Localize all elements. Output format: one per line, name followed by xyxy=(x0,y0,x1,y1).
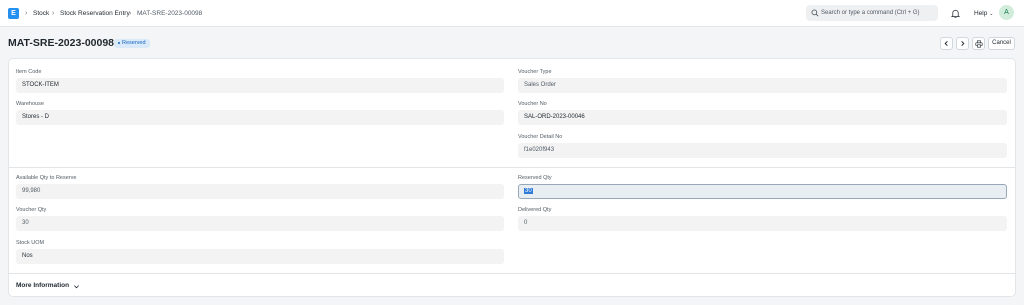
available-qty-label: Available Qty to Reserve xyxy=(16,175,77,181)
help-label: Help xyxy=(974,10,988,17)
item-code-field[interactable]: STOCK-ITEM xyxy=(16,78,504,93)
stock-uom-field[interactable]: Nos xyxy=(16,249,504,264)
breadcrumb-chevron-icon: › xyxy=(25,10,28,17)
navbar: E › Stock › Stock Reservation Entry › MA… xyxy=(0,0,1024,27)
section-divider xyxy=(8,273,1016,274)
search-bar[interactable]: Search or type a command (Ctrl + G) xyxy=(806,5,938,21)
breadcrumb-chevron-icon: › xyxy=(52,10,55,17)
reserved-qty-input[interactable]: 30 xyxy=(518,184,1007,199)
page-title: MAT-SRE-2023-00098 xyxy=(8,37,115,49)
cancel-button[interactable]: Cancel xyxy=(988,37,1015,50)
more-information-section-toggle[interactable]: More Information xyxy=(16,282,69,290)
voucher-qty-label: Voucher Qty xyxy=(16,207,47,213)
voucher-qty-field[interactable]: 30 xyxy=(16,216,504,231)
voucher-type-label: Voucher Type xyxy=(518,69,552,75)
voucher-detail-no-field[interactable]: f1e020f943 xyxy=(518,143,1007,158)
warehouse-label: Warehouse xyxy=(16,101,44,107)
reserved-qty-label: Reserved Qty xyxy=(518,175,552,181)
breadcrumb-stock-reservation-entry[interactable]: Stock Reservation Entry xyxy=(60,9,130,18)
search-input[interactable]: Search or type a command (Ctrl + G) xyxy=(821,9,920,17)
avatar[interactable]: A xyxy=(999,5,1014,20)
item-code-label: Item Code xyxy=(16,69,42,75)
chevron-right-icon xyxy=(961,40,965,47)
warehouse-field[interactable]: Stores - D xyxy=(16,110,504,125)
section-divider xyxy=(8,167,1016,168)
available-qty-field[interactable]: 99,980 xyxy=(16,184,504,199)
status-dot-icon xyxy=(118,41,120,44)
chevron-down-icon[interactable] xyxy=(73,283,80,290)
printer-icon xyxy=(974,40,983,48)
voucher-detail-no-label: Voucher Detail No xyxy=(518,134,563,140)
app-logo[interactable]: E xyxy=(8,8,19,19)
stock-uom-label: Stock UOM xyxy=(16,240,45,246)
status-badge: Reserved xyxy=(114,39,150,48)
previous-document-button[interactable] xyxy=(940,37,953,50)
delivered-qty-label: Delivered Qty xyxy=(518,207,552,213)
breadcrumb-current: MAT-SRE-2023-00098 xyxy=(137,10,203,17)
help-menu[interactable]: Help ⌄ xyxy=(974,9,993,19)
notification-bell-icon[interactable] xyxy=(951,9,960,18)
breadcrumb-stock[interactable]: Stock xyxy=(33,9,49,18)
status-label: Reserved xyxy=(122,40,146,46)
breadcrumb-chevron-icon: › xyxy=(129,10,132,17)
next-document-button[interactable] xyxy=(956,37,969,50)
delivered-qty-field[interactable]: 0 xyxy=(518,216,1007,231)
search-icon xyxy=(811,9,819,17)
reserved-qty-value: 30 xyxy=(524,188,533,194)
voucher-no-label: Voucher No xyxy=(518,101,547,107)
voucher-no-field[interactable]: SAL-ORD-2023-00046 xyxy=(518,110,1007,125)
chevron-down-icon: ⌄ xyxy=(989,11,994,17)
print-button[interactable] xyxy=(972,37,985,50)
chevron-left-icon xyxy=(944,40,948,47)
voucher-type-field[interactable]: Sales Order xyxy=(518,78,1007,93)
